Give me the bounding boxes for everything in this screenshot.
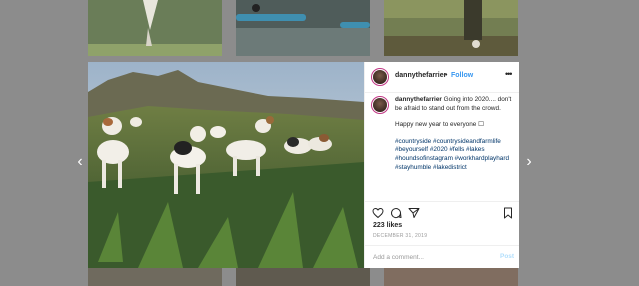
- chevron-left-icon[interactable]: ‹: [72, 154, 88, 170]
- post-header: dannythefarrier • Follow •••: [365, 62, 519, 93]
- post-sidebar: dannythefarrier • Follow ••• dannythefar…: [364, 62, 519, 268]
- post-caption: dannythefarrier Going into 2020.... don'…: [395, 96, 515, 172]
- post-comment-button[interactable]: Post: [500, 253, 514, 260]
- heart-icon[interactable]: [372, 207, 384, 219]
- caption-greeting: Happy new year to everyone ☐: [395, 121, 484, 129]
- share-icon[interactable]: [408, 207, 420, 219]
- grid-thumbnail[interactable]: [384, 0, 518, 56]
- comment-icon[interactable]: [390, 207, 402, 219]
- caption-hashtags[interactable]: #countryside #countrysideandfarmlife #be…: [395, 138, 515, 172]
- post-modal: dannythefarrier • Follow ••• dannythefar…: [88, 62, 519, 268]
- follow-button[interactable]: Follow: [451, 72, 473, 79]
- caption-username[interactable]: dannythefarrier: [395, 96, 442, 103]
- username-link[interactable]: dannythefarrier: [395, 72, 446, 79]
- grid-thumbnail[interactable]: [236, 0, 370, 56]
- avatar[interactable]: [373, 70, 387, 84]
- avatar[interactable]: [373, 98, 387, 112]
- grid-thumbnail[interactable]: [236, 268, 370, 286]
- comment-input[interactable]: [373, 252, 483, 262]
- grid-thumbnail[interactable]: [88, 268, 222, 286]
- post-date: DECEMBER 31, 2019: [373, 233, 428, 239]
- post-photo: [88, 62, 364, 268]
- comment-bar: Post: [365, 245, 519, 269]
- like-count[interactable]: 223 likes: [373, 222, 402, 229]
- separator-dot: •: [445, 72, 448, 79]
- grid-thumbnail[interactable]: [384, 268, 518, 286]
- more-icon[interactable]: •••: [505, 69, 513, 79]
- action-bar: [365, 201, 519, 222]
- grid-thumbnail[interactable]: [88, 0, 222, 56]
- chevron-right-icon[interactable]: ›: [521, 154, 537, 170]
- bookmark-icon[interactable]: [502, 207, 514, 219]
